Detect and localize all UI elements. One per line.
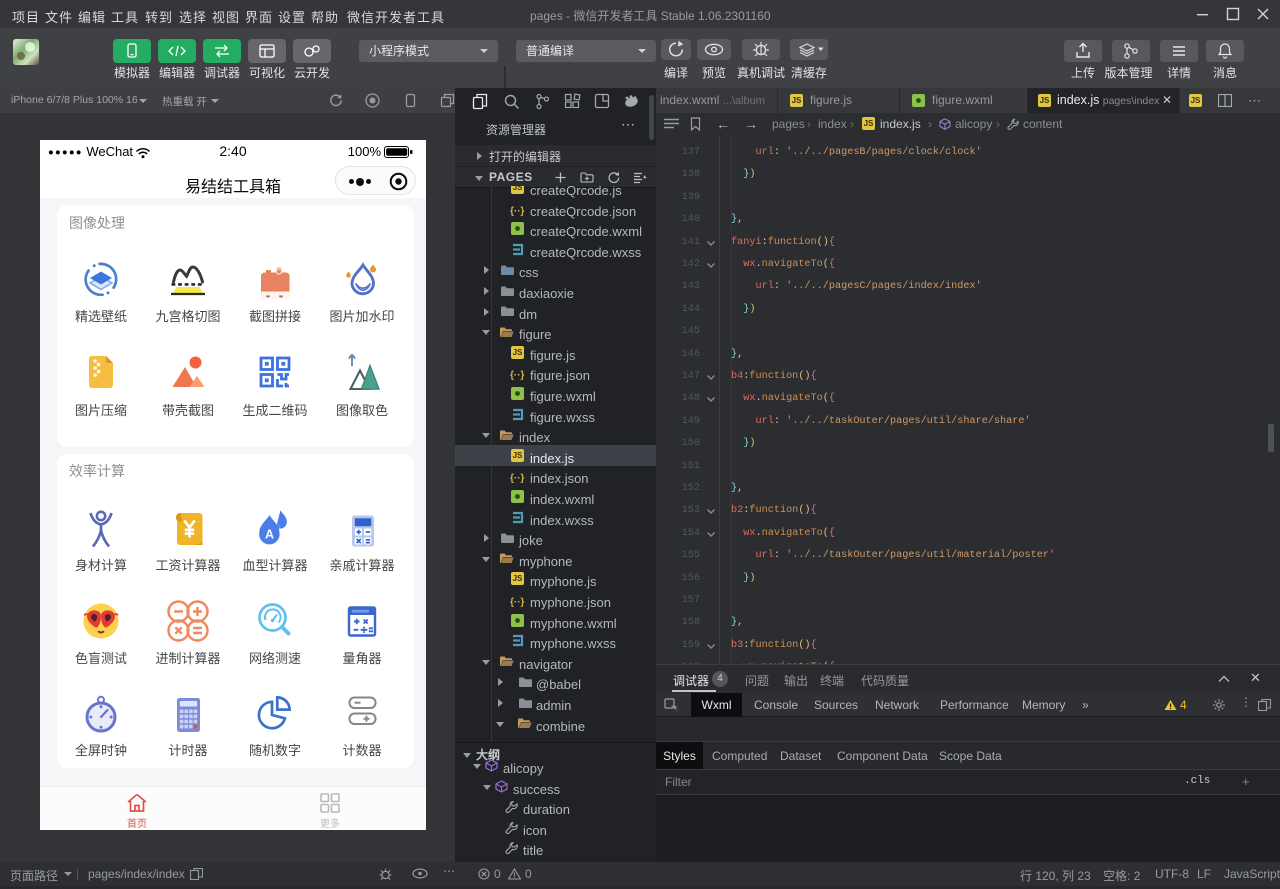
svg-text:A: A: [265, 528, 274, 542]
